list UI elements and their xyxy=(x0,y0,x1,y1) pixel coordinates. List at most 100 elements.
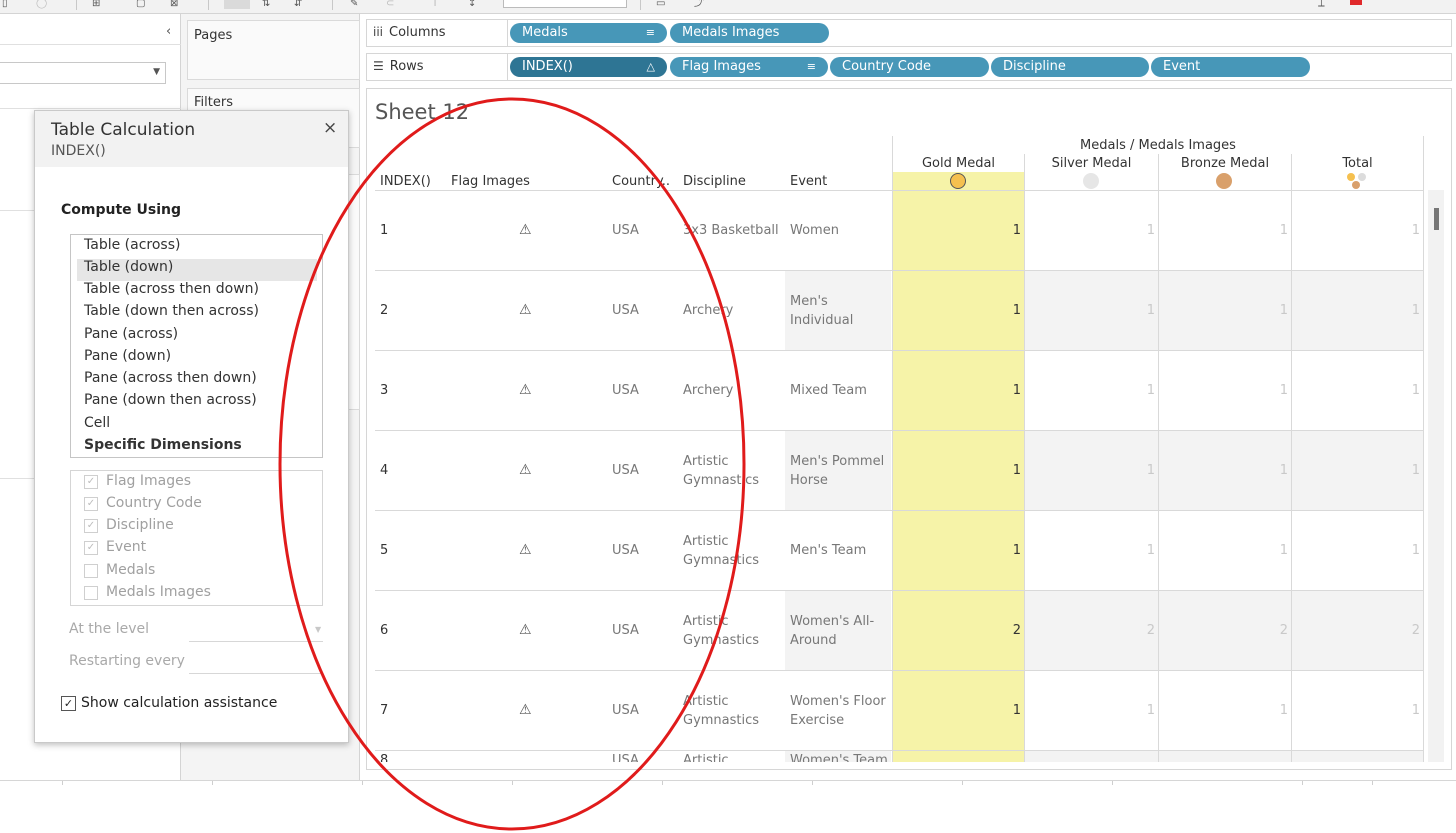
tick xyxy=(512,781,513,785)
option-table-across-then-down[interactable]: Table (across then down) xyxy=(84,281,259,297)
option-pane-across[interactable]: Pane (across) xyxy=(84,326,178,342)
duplicate-sheet-icon[interactable]: ▢ xyxy=(136,0,145,9)
option-pane-down-then-across[interactable]: Pane (down then across) xyxy=(84,392,257,408)
cell-gold: 1 xyxy=(1012,383,1021,398)
clear-sheet-icon[interactable]: ⊠ xyxy=(170,0,178,9)
cell-gold: 1 xyxy=(1012,703,1021,718)
option-pane-across-then-down[interactable]: Pane (across then down) xyxy=(84,370,257,386)
header-gold-medal[interactable]: Gold Medal xyxy=(893,156,1024,171)
cell-discipline: Artistic Gymnastics xyxy=(683,534,760,568)
header-flag-images[interactable]: Flag Images xyxy=(451,174,530,189)
show-assistance-checkbox[interactable]: ✓ xyxy=(61,696,76,711)
grid-line xyxy=(375,590,1424,591)
scrollbar-thumb[interactable] xyxy=(1434,208,1439,230)
cell-gold: 1 xyxy=(1012,303,1021,318)
cell-discipline: Archery xyxy=(683,303,734,318)
checkbox-flag-images[interactable]: ✓ xyxy=(84,475,98,489)
close-icon[interactable]: × xyxy=(323,118,337,138)
checkbox-medals-images[interactable] xyxy=(84,586,98,600)
new-sheet-icon[interactable]: ⊞ xyxy=(92,0,100,9)
presentation-icon[interactable]: ▭ xyxy=(656,0,665,9)
sort-icon: ≡ xyxy=(806,60,816,73)
pill-flag-images[interactable]: Flag Images ≡ xyxy=(670,57,828,77)
checkbox-country-code[interactable]: ✓ xyxy=(84,497,98,511)
tick xyxy=(362,781,363,785)
save-icon[interactable]: ▯ xyxy=(2,0,8,9)
collapse-pane-icon[interactable]: ‹ xyxy=(166,24,171,39)
toolbar-separator xyxy=(76,0,77,10)
cell-event: Women's All-Around xyxy=(790,614,875,648)
share-icon[interactable]: ⤴ xyxy=(694,0,704,9)
labels-icon[interactable]: T xyxy=(432,0,438,9)
header-bronze-medal[interactable]: Bronze Medal xyxy=(1159,156,1291,171)
dimension-label: Discipline xyxy=(106,517,174,533)
cell-bronze: 1 xyxy=(1279,703,1288,718)
vertical-scrollbar[interactable] xyxy=(1428,190,1444,762)
header-event[interactable]: Event xyxy=(790,174,827,189)
cell-country: USA xyxy=(612,383,639,398)
pages-shelf-title: Pages xyxy=(194,28,233,43)
swap-icon[interactable] xyxy=(224,0,250,9)
toolbar: ▯ ◯ ⊞ ▢ ⊠ ⇅ ⇵ ✎ ⊂ T ↕ ▭ ⤴ ⟂ xyxy=(0,0,1456,14)
group-icon[interactable]: ⊂ xyxy=(386,0,394,9)
checkbox-medals[interactable] xyxy=(84,564,98,578)
cell-event: Women's Team xyxy=(790,753,888,762)
fix-axes-icon[interactable]: ↕ xyxy=(468,0,476,9)
rows-shelf[interactable]: ☰ Rows INDEX() △ Flag Images ≡ Country Co… xyxy=(366,53,1452,81)
cell-index: 8 xyxy=(380,753,389,762)
fit-dropdown[interactable] xyxy=(503,0,627,8)
cell-bronze: 2 xyxy=(1279,623,1288,638)
tick xyxy=(62,781,63,785)
warning-icon: ⚠ xyxy=(519,302,532,318)
option-specific-dimensions[interactable]: Specific Dimensions xyxy=(84,437,242,453)
dimension-label: Event xyxy=(106,539,147,555)
option-cell[interactable]: Cell xyxy=(84,415,110,431)
bronze-medal-icon xyxy=(1216,173,1232,189)
highlight-icon[interactable]: ✎ xyxy=(350,0,358,9)
option-table-down[interactable]: Table (down) xyxy=(84,259,173,275)
warning-icon: ⚠ xyxy=(519,622,532,638)
pill-discipline[interactable]: Discipline xyxy=(991,57,1149,77)
cell-country: USA xyxy=(612,753,639,762)
header-discipline[interactable]: Discipline xyxy=(683,174,746,189)
pill-event[interactable]: Event xyxy=(1151,57,1310,77)
redo-icon[interactable]: ◯ xyxy=(36,0,47,9)
total-silver-icon xyxy=(1358,173,1366,181)
restarting-every-dropdown[interactable] xyxy=(189,673,323,674)
dimension-label: Flag Images xyxy=(106,473,191,489)
cell-total: 1 xyxy=(1411,383,1420,398)
sort-icon: ≡ xyxy=(645,26,655,39)
pill-label: Country Code xyxy=(842,59,932,74)
tick xyxy=(1302,781,1303,785)
header-index[interactable]: INDEX() xyxy=(380,174,431,189)
show-me-icon[interactable] xyxy=(1350,0,1362,5)
columns-shelf[interactable]: iii Columns Medals ≡ Medals Images xyxy=(366,19,1452,47)
header-silver-medal[interactable]: Silver Medal xyxy=(1025,156,1158,171)
checkbox-discipline[interactable]: ✓ xyxy=(84,519,98,533)
pill-medals[interactable]: Medals ≡ xyxy=(510,23,667,43)
dimensions-list: ✓ Flag Images ✓ Country Code ✓ Disciplin… xyxy=(70,470,323,606)
sort-asc-icon[interactable]: ⇅ xyxy=(262,0,270,9)
pill-index[interactable]: INDEX() △ xyxy=(510,57,667,77)
cell-country: USA xyxy=(612,703,639,718)
data-source-dropdown[interactable]: ▼ xyxy=(0,62,166,84)
header-country-code[interactable]: Country.. xyxy=(612,174,670,189)
compute-using-label: Compute Using xyxy=(61,202,182,218)
pages-shelf[interactable]: Pages xyxy=(187,20,360,80)
pill-label: Medals xyxy=(522,25,568,40)
checkbox-event[interactable]: ✓ xyxy=(84,541,98,555)
sort-desc-icon[interactable]: ⇵ xyxy=(294,0,302,9)
option-pane-down[interactable]: Pane (down) xyxy=(84,348,171,364)
cell-event: Men's Pommel Horse xyxy=(790,454,885,488)
pill-country-code[interactable]: Country Code xyxy=(830,57,989,77)
option-table-down-then-across[interactable]: Table (down then across) xyxy=(84,303,259,319)
header-total[interactable]: Total xyxy=(1292,156,1423,171)
grid-line xyxy=(1423,136,1424,762)
compute-using-list[interactable]: Table (across) Table (down) Table (acros… xyxy=(70,234,323,458)
grid-line xyxy=(375,190,1424,191)
pill-medals-images[interactable]: Medals Images xyxy=(670,23,829,43)
at-the-level-dropdown[interactable] xyxy=(189,641,323,642)
pin-icon[interactable]: ⟂ xyxy=(1318,0,1325,9)
cell-event: Mixed Team xyxy=(790,383,867,398)
option-table-across[interactable]: Table (across) xyxy=(84,237,180,253)
